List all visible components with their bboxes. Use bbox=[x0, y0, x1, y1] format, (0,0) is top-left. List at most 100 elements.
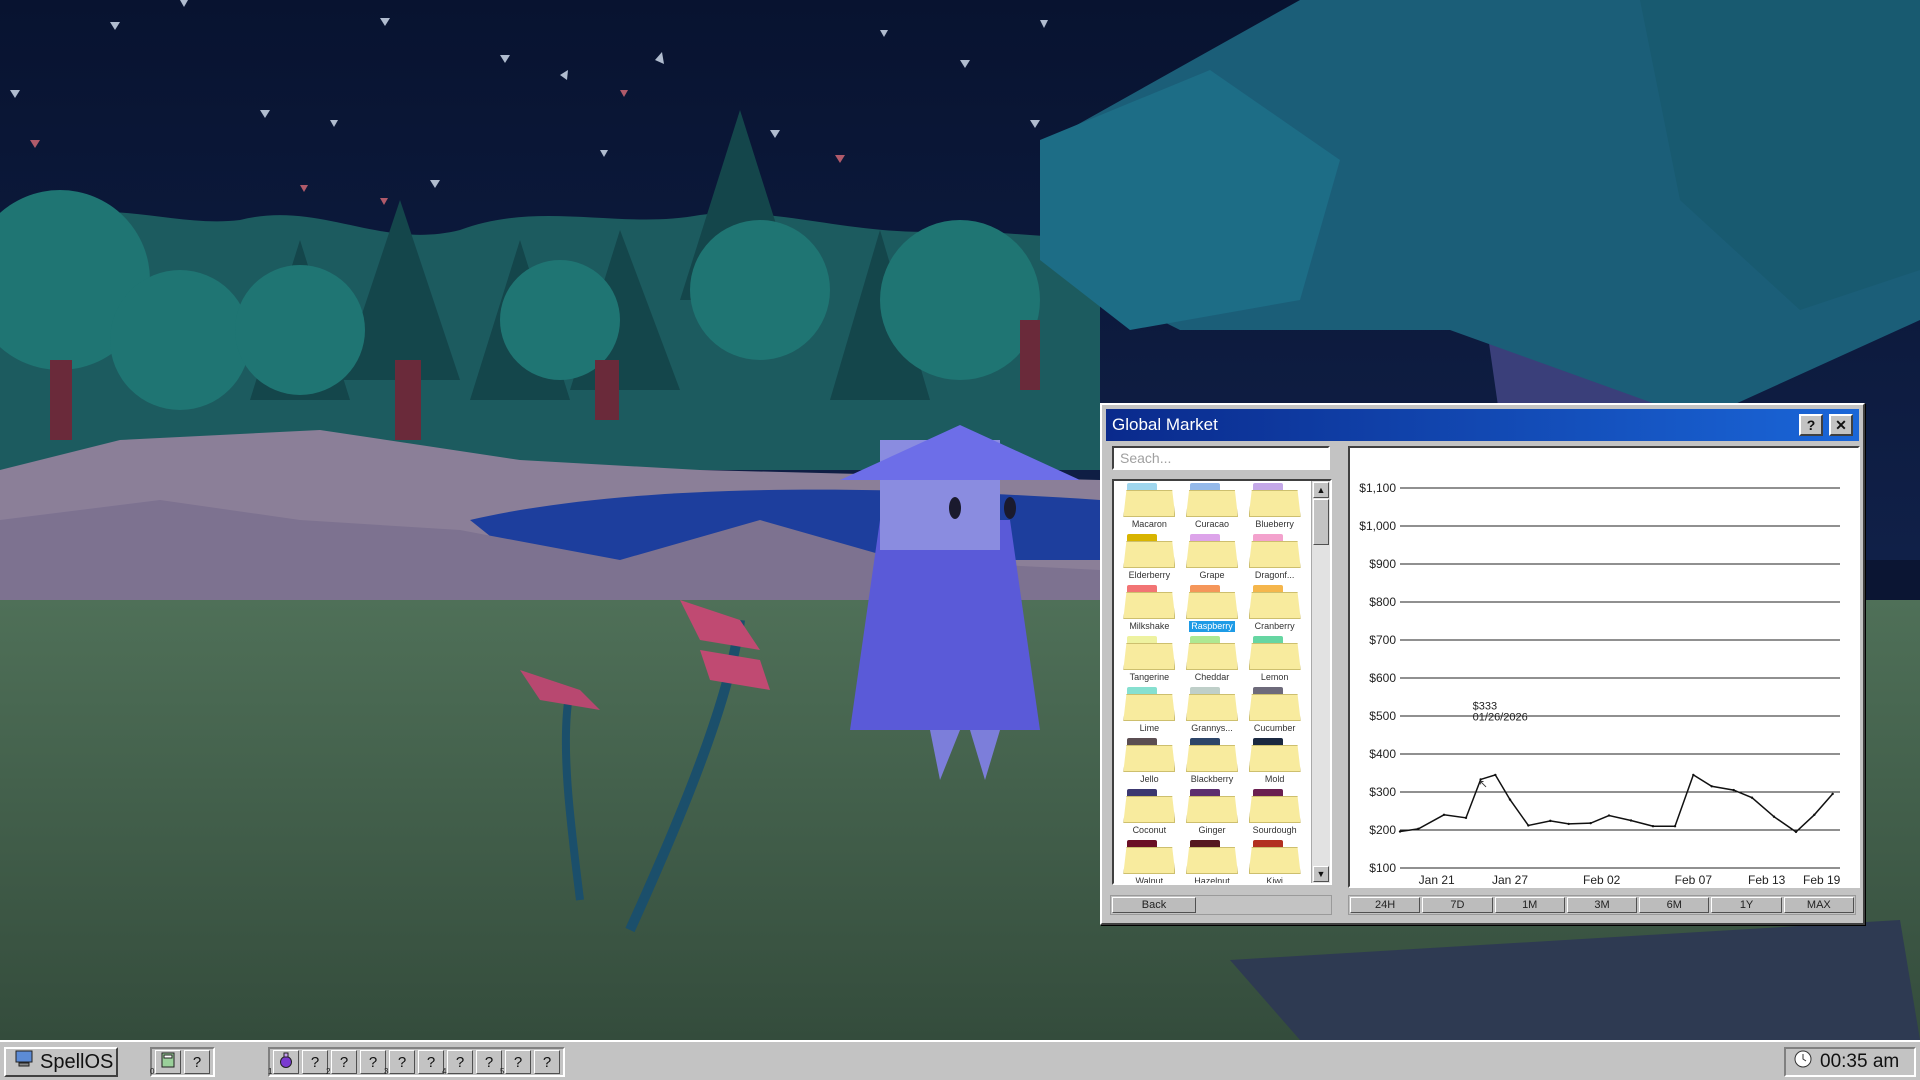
item-list[interactable]: Macaron Curacao Blueberry Elderberry Grape Dr… bbox=[1112, 479, 1332, 885]
list-item[interactable]: Hazelnut bbox=[1181, 840, 1244, 883]
list-item[interactable]: Walnut bbox=[1118, 840, 1181, 883]
item-label: Blueberry bbox=[1255, 519, 1294, 529]
item-label: Curacao bbox=[1194, 519, 1229, 529]
range-button-3m[interactable]: 3M bbox=[1566, 897, 1638, 913]
triangle-up-icon: ▲ bbox=[1316, 485, 1326, 495]
taskbar-slot[interactable]: ? bbox=[360, 1050, 386, 1074]
range-button-7d[interactable]: 7D bbox=[1422, 897, 1493, 913]
unknown-icon: ? bbox=[339, 1053, 349, 1071]
item-label: Tangerine bbox=[1129, 672, 1170, 682]
list-item[interactable]: Mold bbox=[1243, 738, 1306, 786]
y-tick-label: $100 bbox=[1369, 861, 1396, 875]
folder-icon bbox=[1185, 534, 1238, 568]
list-item[interactable]: Grape bbox=[1181, 534, 1244, 582]
calculator-icon bbox=[161, 1052, 175, 1072]
range-button-1y[interactable]: 1Y bbox=[1711, 897, 1782, 913]
range-button-24h[interactable]: 24H bbox=[1350, 897, 1421, 913]
close-button[interactable]: ✕ bbox=[1829, 414, 1853, 436]
list-item[interactable]: Milkshake bbox=[1118, 585, 1181, 633]
folder-icon bbox=[1248, 738, 1301, 772]
item-label: Milkshake bbox=[1129, 621, 1170, 631]
list-item[interactable]: Curacao bbox=[1181, 483, 1244, 531]
taskbar-slot[interactable]: ? bbox=[476, 1050, 502, 1074]
scroll-down-button[interactable]: ▼ bbox=[1313, 866, 1329, 882]
taskbar-slot[interactable]: ? 5 bbox=[500, 1050, 531, 1076]
data-point bbox=[1629, 819, 1633, 822]
list-item[interactable]: Macaron bbox=[1118, 483, 1181, 531]
start-button[interactable]: SpellOS bbox=[4, 1047, 118, 1077]
search-input[interactable] bbox=[1112, 446, 1330, 470]
price-chart: $100 $200 $300 $400 $500 $600 $700 $800 $900 $1,0… bbox=[1348, 446, 1860, 888]
item-label: Macaron bbox=[1131, 519, 1167, 529]
list-item[interactable]: Jello bbox=[1118, 738, 1181, 786]
list-item[interactable]: Dragonf... bbox=[1243, 534, 1306, 582]
data-point bbox=[1692, 773, 1695, 777]
data-point bbox=[1750, 796, 1754, 799]
list-item[interactable]: Blackberry bbox=[1181, 738, 1244, 786]
taskbar-slot[interactable]: 0 bbox=[150, 1050, 181, 1076]
help-button[interactable]: ? bbox=[1799, 414, 1823, 436]
list-item[interactable]: Sourdough bbox=[1243, 789, 1306, 837]
cursor-icon: ↖ bbox=[1479, 778, 1488, 790]
folder-icon bbox=[1123, 738, 1176, 772]
taskbar-slot[interactable]: ? bbox=[302, 1050, 328, 1074]
folder-icon bbox=[1185, 840, 1238, 874]
data-point bbox=[1673, 825, 1677, 828]
folder-icon bbox=[1185, 687, 1238, 721]
x-tick-label: Feb 07 bbox=[1675, 873, 1713, 886]
list-item[interactable]: Cheddar bbox=[1181, 636, 1244, 684]
data-point bbox=[1398, 830, 1402, 833]
list-item[interactable]: Cranberry bbox=[1243, 585, 1306, 633]
taskbar-slot[interactable]: 1 bbox=[268, 1050, 299, 1076]
x-tick-label: Feb 13 bbox=[1748, 873, 1786, 886]
range-bar: 24H 7D 1M 3M 6M 1Y MAX bbox=[1348, 895, 1856, 915]
list-item[interactable]: Ginger bbox=[1181, 789, 1244, 837]
data-point bbox=[1651, 825, 1655, 828]
unknown-icon: ? bbox=[192, 1053, 202, 1071]
list-item[interactable]: Coconut bbox=[1118, 789, 1181, 837]
taskbar-slot[interactable]: ? 3 bbox=[384, 1050, 415, 1076]
list-item[interactable]: Tangerine bbox=[1118, 636, 1181, 684]
unknown-icon: ? bbox=[368, 1053, 378, 1071]
computer-icon bbox=[14, 1050, 34, 1074]
y-tick-label: $900 bbox=[1369, 557, 1396, 571]
list-item[interactable]: Elderberry bbox=[1118, 534, 1181, 582]
item-label: Sourdough bbox=[1252, 825, 1297, 835]
list-item[interactable]: Lime bbox=[1118, 687, 1181, 735]
x-tick-label: Jan 21 bbox=[1419, 873, 1455, 886]
scroll-up-button[interactable]: ▲ bbox=[1313, 482, 1329, 498]
item-label: Jello bbox=[1140, 774, 1159, 784]
taskbar-slot[interactable]: ? bbox=[534, 1050, 560, 1074]
title-bar[interactable]: Global Market ? ✕ bbox=[1106, 409, 1859, 441]
range-button-max[interactable]: MAX bbox=[1783, 897, 1854, 913]
list-item[interactable]: Lemon bbox=[1243, 636, 1306, 684]
back-button[interactable]: Back bbox=[1112, 897, 1196, 913]
taskbar-slot[interactable]: ? bbox=[184, 1050, 210, 1074]
item-label: Kiwi bbox=[1266, 876, 1283, 885]
list-item[interactable]: Raspberry bbox=[1181, 585, 1244, 633]
taskbar-slot[interactable]: ? 4 bbox=[442, 1050, 473, 1076]
taskbar-slot[interactable]: ? bbox=[418, 1050, 444, 1074]
folder-icon bbox=[1248, 585, 1301, 619]
folder-icon bbox=[1123, 636, 1176, 670]
y-tick-label: $1,100 bbox=[1359, 481, 1396, 495]
list-item[interactable]: Grannys... bbox=[1181, 687, 1244, 735]
data-point bbox=[1567, 822, 1570, 826]
folder-icon bbox=[1248, 840, 1301, 874]
x-tick-label: Feb 02 bbox=[1583, 873, 1621, 886]
start-label: SpellOS bbox=[40, 1050, 114, 1073]
range-button-6m[interactable]: 6M bbox=[1639, 897, 1710, 913]
list-item[interactable]: Cucumber bbox=[1243, 687, 1306, 735]
list-item[interactable]: Blueberry bbox=[1243, 483, 1306, 531]
range-button-1m[interactable]: 1M bbox=[1494, 897, 1565, 913]
scroll-thumb[interactable] bbox=[1313, 499, 1329, 545]
taskbar-slot[interactable]: ? 2 bbox=[326, 1050, 357, 1076]
vertical-scrollbar[interactable]: ▲ ▼ bbox=[1311, 481, 1330, 883]
item-label: Elderberry bbox=[1128, 570, 1171, 580]
data-point bbox=[1494, 773, 1497, 777]
slot-number: 4 bbox=[442, 1067, 447, 1076]
list-item[interactable]: Kiwi bbox=[1243, 840, 1306, 885]
data-point bbox=[1508, 798, 1512, 801]
potion-icon bbox=[278, 1052, 294, 1072]
price-chart-svg: $100 $200 $300 $400 $500 $600 $700 $800 $900 $1,0… bbox=[1359, 481, 1840, 886]
